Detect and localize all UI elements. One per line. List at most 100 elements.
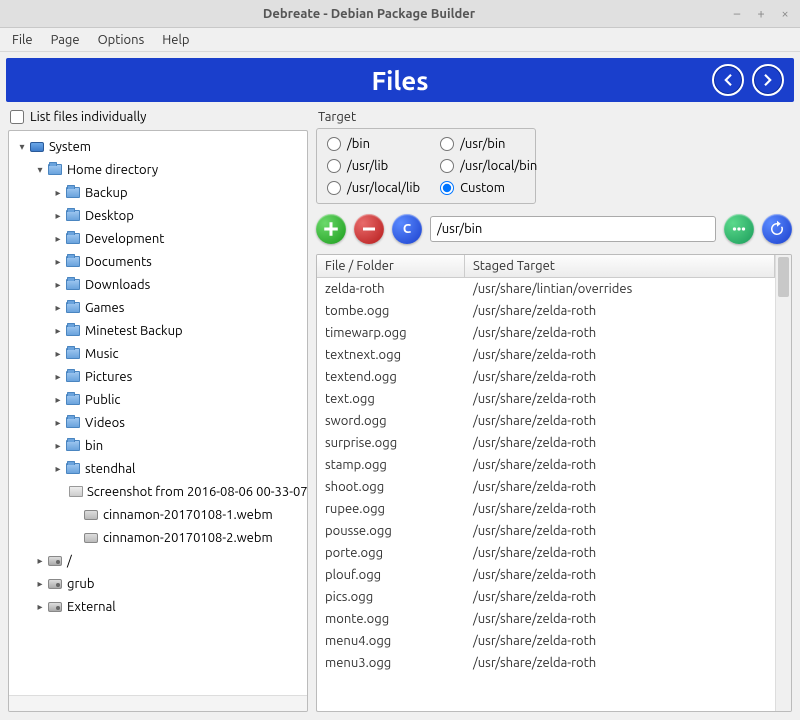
table-row[interactable]: monte.ogg/usr/share/zelda-roth [317,608,775,630]
scrollbar-thumb[interactable] [778,257,789,297]
tree-folder[interactable]: ▸Pictures [9,365,307,388]
expand-icon[interactable]: ▸ [51,256,65,268]
expand-icon[interactable]: ▸ [33,601,47,613]
table-row[interactable]: timewarp.ogg/usr/share/zelda-roth [317,322,775,344]
add-button[interactable] [316,214,346,244]
file-tree-scroll[interactable]: ▾System▾Home directory ▸ Backup ▸Desktop▸De… [9,131,307,695]
browse-button[interactable] [724,214,754,244]
menu-page[interactable]: Page [43,31,88,49]
tree-drive[interactable]: ▸External [9,595,307,618]
target-radio-input[interactable] [327,181,341,195]
list-individually-checkbox[interactable]: List files individually [8,108,308,130]
target-path-input[interactable] [430,216,716,242]
next-page-button[interactable] [752,64,784,96]
tree-folder[interactable]: ▸Minetest Backup [9,319,307,342]
tree-folder[interactable]: ▸Games [9,296,307,319]
menu-options[interactable]: Options [90,31,153,49]
tree-folder[interactable]: ▸Documents [9,250,307,273]
tree-home[interactable]: ▾Home directory [9,158,307,181]
table-row[interactable]: surprise.ogg/usr/share/zelda-roth [317,432,775,454]
tree-folder[interactable]: ▸Videos [9,411,307,434]
table-body[interactable]: zelda-roth/usr/share/lintian/overridesto… [317,278,775,711]
refresh-button[interactable] [762,214,792,244]
expand-icon[interactable]: ▸ [51,371,65,383]
col-staged-target[interactable]: Staged Target [465,255,775,277]
menu-file[interactable]: File [4,31,41,49]
close-button[interactable]: × [778,7,792,21]
tree-file[interactable]: cinnamon-20170108-2.webm [9,526,307,549]
target-radio[interactable]: /usr/local/lib [327,181,420,195]
table-row[interactable]: tombe.ogg/usr/share/zelda-roth [317,300,775,322]
expand-icon[interactable]: ▸ [51,463,65,475]
cell-file: monte.ogg [317,612,465,626]
target-radio-input[interactable] [327,137,341,151]
maximize-button[interactable]: + [754,7,768,21]
expand-icon[interactable]: ▸ [51,210,65,222]
tree-folder[interactable]: ▸bin [9,434,307,457]
expand-icon[interactable]: ▸ [51,233,65,245]
table-row[interactable]: stamp.ogg/usr/share/zelda-roth [317,454,775,476]
target-radio-input[interactable] [440,181,454,195]
expand-icon[interactable]: ▾ [15,141,29,153]
list-individually-input[interactable] [10,110,24,124]
target-radio[interactable]: Custom [440,181,537,195]
tree-folder[interactable]: ▸Desktop [9,204,307,227]
minimize-button[interactable]: – [730,7,744,21]
target-radio[interactable]: /usr/lib [327,159,420,173]
tree-folder[interactable]: ▸Public [9,388,307,411]
prev-page-button[interactable] [712,64,744,96]
expand-icon[interactable]: ▸ [51,187,65,199]
tree-folder[interactable]: ▸ Backup [9,181,307,204]
table-row[interactable]: zelda-roth/usr/share/lintian/overrides [317,278,775,300]
expand-icon[interactable]: ▸ [51,325,65,337]
tree-label: cinnamon-20170108-2.webm [103,531,273,545]
table-row[interactable]: pics.ogg/usr/share/zelda-roth [317,586,775,608]
tree-file[interactable]: cinnamon-20170108-1.webm [9,503,307,526]
table-row[interactable]: pousse.ogg/usr/share/zelda-roth [317,520,775,542]
tree-label: Backup [85,186,128,200]
target-radio-input[interactable] [327,159,341,173]
target-radio-input[interactable] [440,137,454,151]
col-file-folder[interactable]: File / Folder [317,255,465,277]
folder-icon [65,277,81,293]
tree-folder[interactable]: ▸Downloads [9,273,307,296]
tree-system[interactable]: ▾System [9,135,307,158]
table-row[interactable]: textend.ogg/usr/share/zelda-roth [317,366,775,388]
expand-icon[interactable]: ▸ [33,555,47,567]
table-row[interactable]: rupee.ogg/usr/share/zelda-roth [317,498,775,520]
expand-icon[interactable]: ▸ [51,279,65,291]
folder-icon [65,346,81,362]
tree-file[interactable]: Screenshot from 2016-08-06 00-33-07 [9,480,307,503]
table-row[interactable]: text.ogg/usr/share/zelda-roth [317,388,775,410]
expand-icon[interactable]: ▸ [51,417,65,429]
expand-icon[interactable]: ▾ [33,164,47,176]
folder-icon [65,392,81,408]
tree-drive[interactable]: ▸/ [9,549,307,572]
target-radio-input[interactable] [440,159,454,173]
expand-icon[interactable]: ▸ [51,440,65,452]
target-radio-label: /bin [347,137,370,151]
table-row[interactable]: sword.ogg/usr/share/zelda-roth [317,410,775,432]
table-row[interactable]: shoot.ogg/usr/share/zelda-roth [317,476,775,498]
target-radio[interactable]: /bin [327,137,420,151]
table-row[interactable]: menu4.ogg/usr/share/zelda-roth [317,630,775,652]
expand-icon[interactable]: ▸ [51,302,65,314]
tree-folder[interactable]: ▸Development [9,227,307,250]
target-radio[interactable]: /usr/bin [440,137,537,151]
table-row[interactable]: menu3.ogg/usr/share/zelda-roth [317,652,775,674]
table-row[interactable]: porte.ogg/usr/share/zelda-roth [317,542,775,564]
target-radio[interactable]: /usr/local/bin [440,159,537,173]
tree-horizontal-scrollbar[interactable] [9,695,307,711]
tree-folder[interactable]: ▸Music [9,342,307,365]
menu-help[interactable]: Help [154,31,197,49]
clear-button[interactable]: C [392,214,422,244]
remove-button[interactable] [354,214,384,244]
expand-icon[interactable]: ▸ [51,394,65,406]
tree-folder[interactable]: ▸stendhal [9,457,307,480]
expand-icon[interactable]: ▸ [33,578,47,590]
table-row[interactable]: plouf.ogg/usr/share/zelda-roth [317,564,775,586]
expand-icon[interactable]: ▸ [51,348,65,360]
tree-drive[interactable]: ▸grub [9,572,307,595]
table-vertical-scrollbar[interactable] [775,255,791,711]
table-row[interactable]: textnext.ogg/usr/share/zelda-roth [317,344,775,366]
